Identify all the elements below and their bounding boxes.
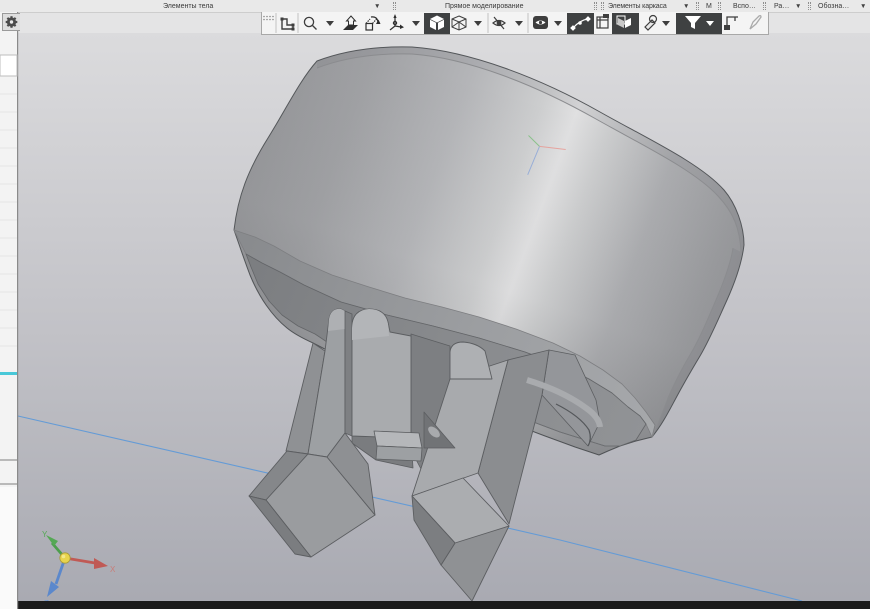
svg-text:X: X xyxy=(110,565,116,574)
svg-text:Y: Y xyxy=(42,530,48,539)
